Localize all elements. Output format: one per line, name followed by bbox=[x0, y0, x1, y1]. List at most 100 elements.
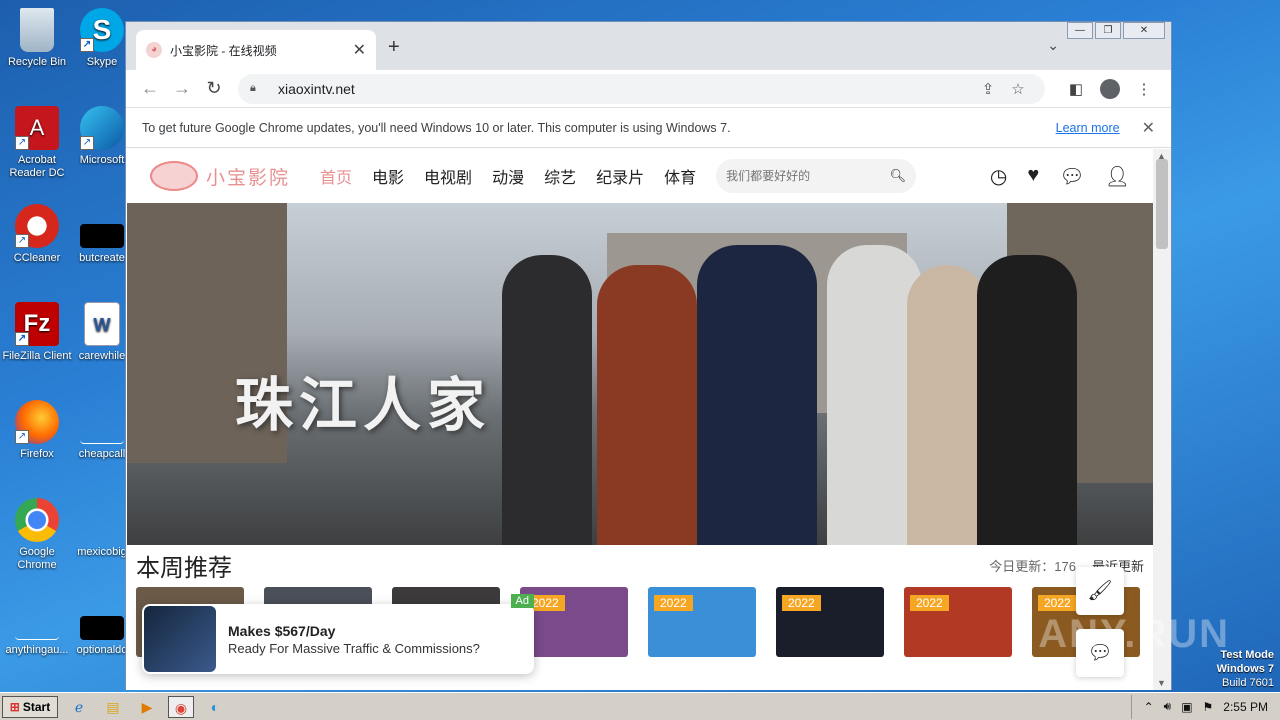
nav-movies[interactable]: 电影 bbox=[372, 170, 404, 187]
side-panel-icon[interactable]: ◧ bbox=[1059, 80, 1093, 98]
message-bubble-icon[interactable]: 💬︎ bbox=[1059, 164, 1084, 189]
hero-banner[interactable]: 珠江人家 bbox=[127, 203, 1153, 545]
file-icon bbox=[80, 224, 124, 248]
ad-title: Makes $567/Day bbox=[228, 622, 336, 639]
video-thumbnail[interactable]: 2022 bbox=[520, 587, 628, 657]
watermark-line: Windows 7 bbox=[1216, 663, 1274, 675]
scroll-down-icon[interactable]: ▼ bbox=[1157, 678, 1166, 688]
search-icon[interactable]: 🔍︎ bbox=[890, 168, 907, 184]
file-icon bbox=[80, 616, 124, 640]
page-scrollbar[interactable]: ▲ ▼ bbox=[1153, 149, 1171, 690]
infobar-close-icon[interactable]: ✕ bbox=[1142, 118, 1155, 138]
watermark-line: Build 7601 bbox=[1222, 677, 1274, 689]
internet-explorer-taskbar-icon[interactable]: ℯ bbox=[66, 696, 92, 718]
tab-close-icon[interactable]: ✕ bbox=[353, 40, 366, 60]
desktop-icon-carewhile[interactable]: W carewhile bbox=[74, 302, 130, 363]
more-menu-icon[interactable]: ⋮ bbox=[1127, 80, 1161, 98]
update-infobar: To get future Google Chrome updates, you… bbox=[126, 108, 1171, 148]
minimize-button[interactable]: — bbox=[1067, 22, 1093, 39]
video-thumbnail[interactable]: 2022 bbox=[904, 587, 1012, 657]
desktop-icon-recycle-bin[interactable]: Recycle Bin bbox=[0, 8, 74, 69]
tab-search-chevron-icon[interactable]: ⌄ bbox=[1047, 37, 1059, 54]
file-explorer-taskbar-icon[interactable]: ▤ bbox=[100, 696, 126, 718]
nav-sports[interactable]: 体育 bbox=[664, 170, 696, 187]
desktop-icon-skype[interactable]: S ↗ Skype bbox=[74, 8, 130, 69]
maximize-button[interactable]: ❐ bbox=[1095, 22, 1121, 39]
nav-variety[interactable]: 综艺 bbox=[544, 170, 576, 187]
desktop-icon-label: CCleaner bbox=[13, 252, 61, 264]
anyrun-watermark: ANY.RUN bbox=[1038, 612, 1230, 656]
lock-icon[interactable]: 🔒︎ bbox=[250, 82, 264, 95]
learn-more-link[interactable]: Learn more bbox=[1056, 121, 1120, 135]
chrome-taskbar-icon[interactable]: ◉ bbox=[168, 695, 194, 718]
desktop-icon-label: mexicobig bbox=[77, 546, 127, 558]
desktop-icon-acrobat[interactable]: A ↗ Acrobat Reader DC bbox=[0, 106, 74, 180]
nav-documentary[interactable]: 纪录片 bbox=[596, 170, 644, 187]
watermark-line: Test Mode bbox=[1220, 649, 1274, 661]
volume-icon[interactable]: 🔊︎ bbox=[1164, 699, 1172, 714]
bookmark-star-icon[interactable]: ☆ bbox=[1003, 80, 1033, 98]
new-tab-button[interactable]: + bbox=[388, 36, 400, 59]
test-mode-watermark: Test Mode Windows 7 Build 7601 bbox=[1217, 648, 1274, 690]
desktop-icons: Recycle Bin S ↗ Skype A ↗ Acrobat Reader D… bbox=[0, 0, 130, 690]
desktop-icon-butcreate[interactable]: butcreate bbox=[74, 204, 130, 265]
filezilla-icon: Fz ↗ bbox=[15, 302, 59, 346]
desktop-icon-label: FileZilla Client bbox=[2, 350, 72, 362]
back-arrow-icon[interactable]: ← bbox=[136, 78, 164, 99]
clock[interactable]: 2:55 PM bbox=[1223, 700, 1268, 714]
desktop-icon-optionaldo[interactable]: optionaldo bbox=[74, 596, 130, 657]
tab-strip: ◕ 小宝影院 - 在线视频 ✕ + ⌄ — ❐ ✕ bbox=[126, 22, 1171, 70]
address-bar[interactable]: 🔒︎ xiaoxintv.net ⇪ ☆ bbox=[238, 73, 1045, 104]
year-badge: 2022 bbox=[654, 595, 693, 611]
taskbar: ⊞ Start ℯ ▤ ▶ ◉ ◐ ⌃ 🔊︎ ▣ ⚑ 2:55 PM bbox=[0, 692, 1280, 720]
forward-arrow-icon[interactable]: → bbox=[168, 78, 196, 99]
action-center-flag-icon[interactable]: ⚑ bbox=[1203, 700, 1214, 714]
ad-popup[interactable]: Makes $567/Day Ready For Massive Traffic… bbox=[142, 594, 534, 674]
tab-title: 小宝影院 - 在线视频 bbox=[170, 43, 277, 58]
nav-tv[interactable]: 电视剧 bbox=[424, 170, 472, 187]
video-thumbnail[interactable]: 2022 bbox=[648, 587, 756, 657]
logo-text: 小宝影院 bbox=[206, 167, 291, 189]
banner-figure bbox=[697, 245, 817, 545]
profile-avatar-icon[interactable] bbox=[1100, 78, 1120, 99]
media-player-taskbar-icon[interactable]: ▶ bbox=[134, 696, 160, 718]
desktop-icon-mexicobig[interactable]: mexicobig bbox=[74, 498, 130, 559]
nav-anime[interactable]: 动漫 bbox=[492, 170, 524, 187]
url-text[interactable]: xiaoxintv.net bbox=[278, 81, 973, 97]
file-icon bbox=[80, 400, 124, 444]
ad-image bbox=[144, 606, 216, 672]
nav-home[interactable]: 首页 bbox=[320, 170, 352, 187]
desktop-icon-microsoft-edge[interactable]: ↗ Microsoft bbox=[74, 106, 130, 167]
scrollbar-thumb[interactable] bbox=[1156, 159, 1168, 249]
banner-figure bbox=[502, 255, 592, 545]
skype-icon: S ↗ bbox=[80, 8, 124, 52]
window-close-button[interactable]: ✕ bbox=[1123, 22, 1165, 39]
year-badge: 2022 bbox=[1038, 595, 1077, 611]
user-icon[interactable]: 👤︎ bbox=[1105, 164, 1130, 189]
video-thumbnail[interactable]: 2022 bbox=[776, 587, 884, 657]
ad-label: Ad bbox=[510, 594, 534, 608]
desktop-icon-label: Firefox bbox=[20, 448, 54, 460]
edge-icon: ↗ bbox=[80, 106, 124, 150]
page-viewport: 小宝影院 首页 电影 电视剧 动漫 综艺 纪录片 体育 🔍︎ ◷ ♥ 💬︎ 👤︎ bbox=[126, 149, 1154, 690]
share-icon[interactable]: ⇪ bbox=[973, 80, 1003, 98]
desktop-icon-cheapcall[interactable]: cheapcall bbox=[74, 400, 130, 461]
desktop-icon-ccleaner[interactable]: ↗ CCleaner bbox=[0, 204, 74, 265]
start-button[interactable]: ⊞ Start bbox=[2, 695, 58, 718]
edge-taskbar-icon[interactable]: ◐ bbox=[202, 696, 228, 718]
desktop-icon-firefox[interactable]: ↗ Firefox bbox=[0, 400, 74, 461]
search-input[interactable] bbox=[726, 169, 890, 183]
site-logo[interactable]: 小宝影院 bbox=[150, 161, 290, 191]
tray-expand-icon[interactable]: ⌃ bbox=[1144, 700, 1154, 714]
section-title: 本周推荐 bbox=[136, 554, 232, 582]
history-clock-icon[interactable]: ◷ bbox=[990, 164, 1007, 189]
desktop-icon-anythingau[interactable]: anythingau... bbox=[0, 596, 74, 657]
window-controls: — ❐ ✕ bbox=[1067, 22, 1165, 39]
network-icon[interactable]: ▣ bbox=[1181, 700, 1192, 714]
favorites-heart-icon[interactable]: ♥ bbox=[1027, 164, 1039, 189]
theme-brush-button[interactable]: 🖌︎ bbox=[1076, 567, 1124, 615]
browser-tab[interactable]: ◕ 小宝影院 - 在线视频 ✕ bbox=[136, 30, 376, 70]
desktop-icon-google-chrome[interactable]: Google Chrome bbox=[0, 498, 74, 572]
reload-icon[interactable]: ↻ bbox=[200, 78, 228, 99]
desktop-icon-filezilla[interactable]: Fz ↗ FileZilla Client bbox=[0, 302, 74, 363]
